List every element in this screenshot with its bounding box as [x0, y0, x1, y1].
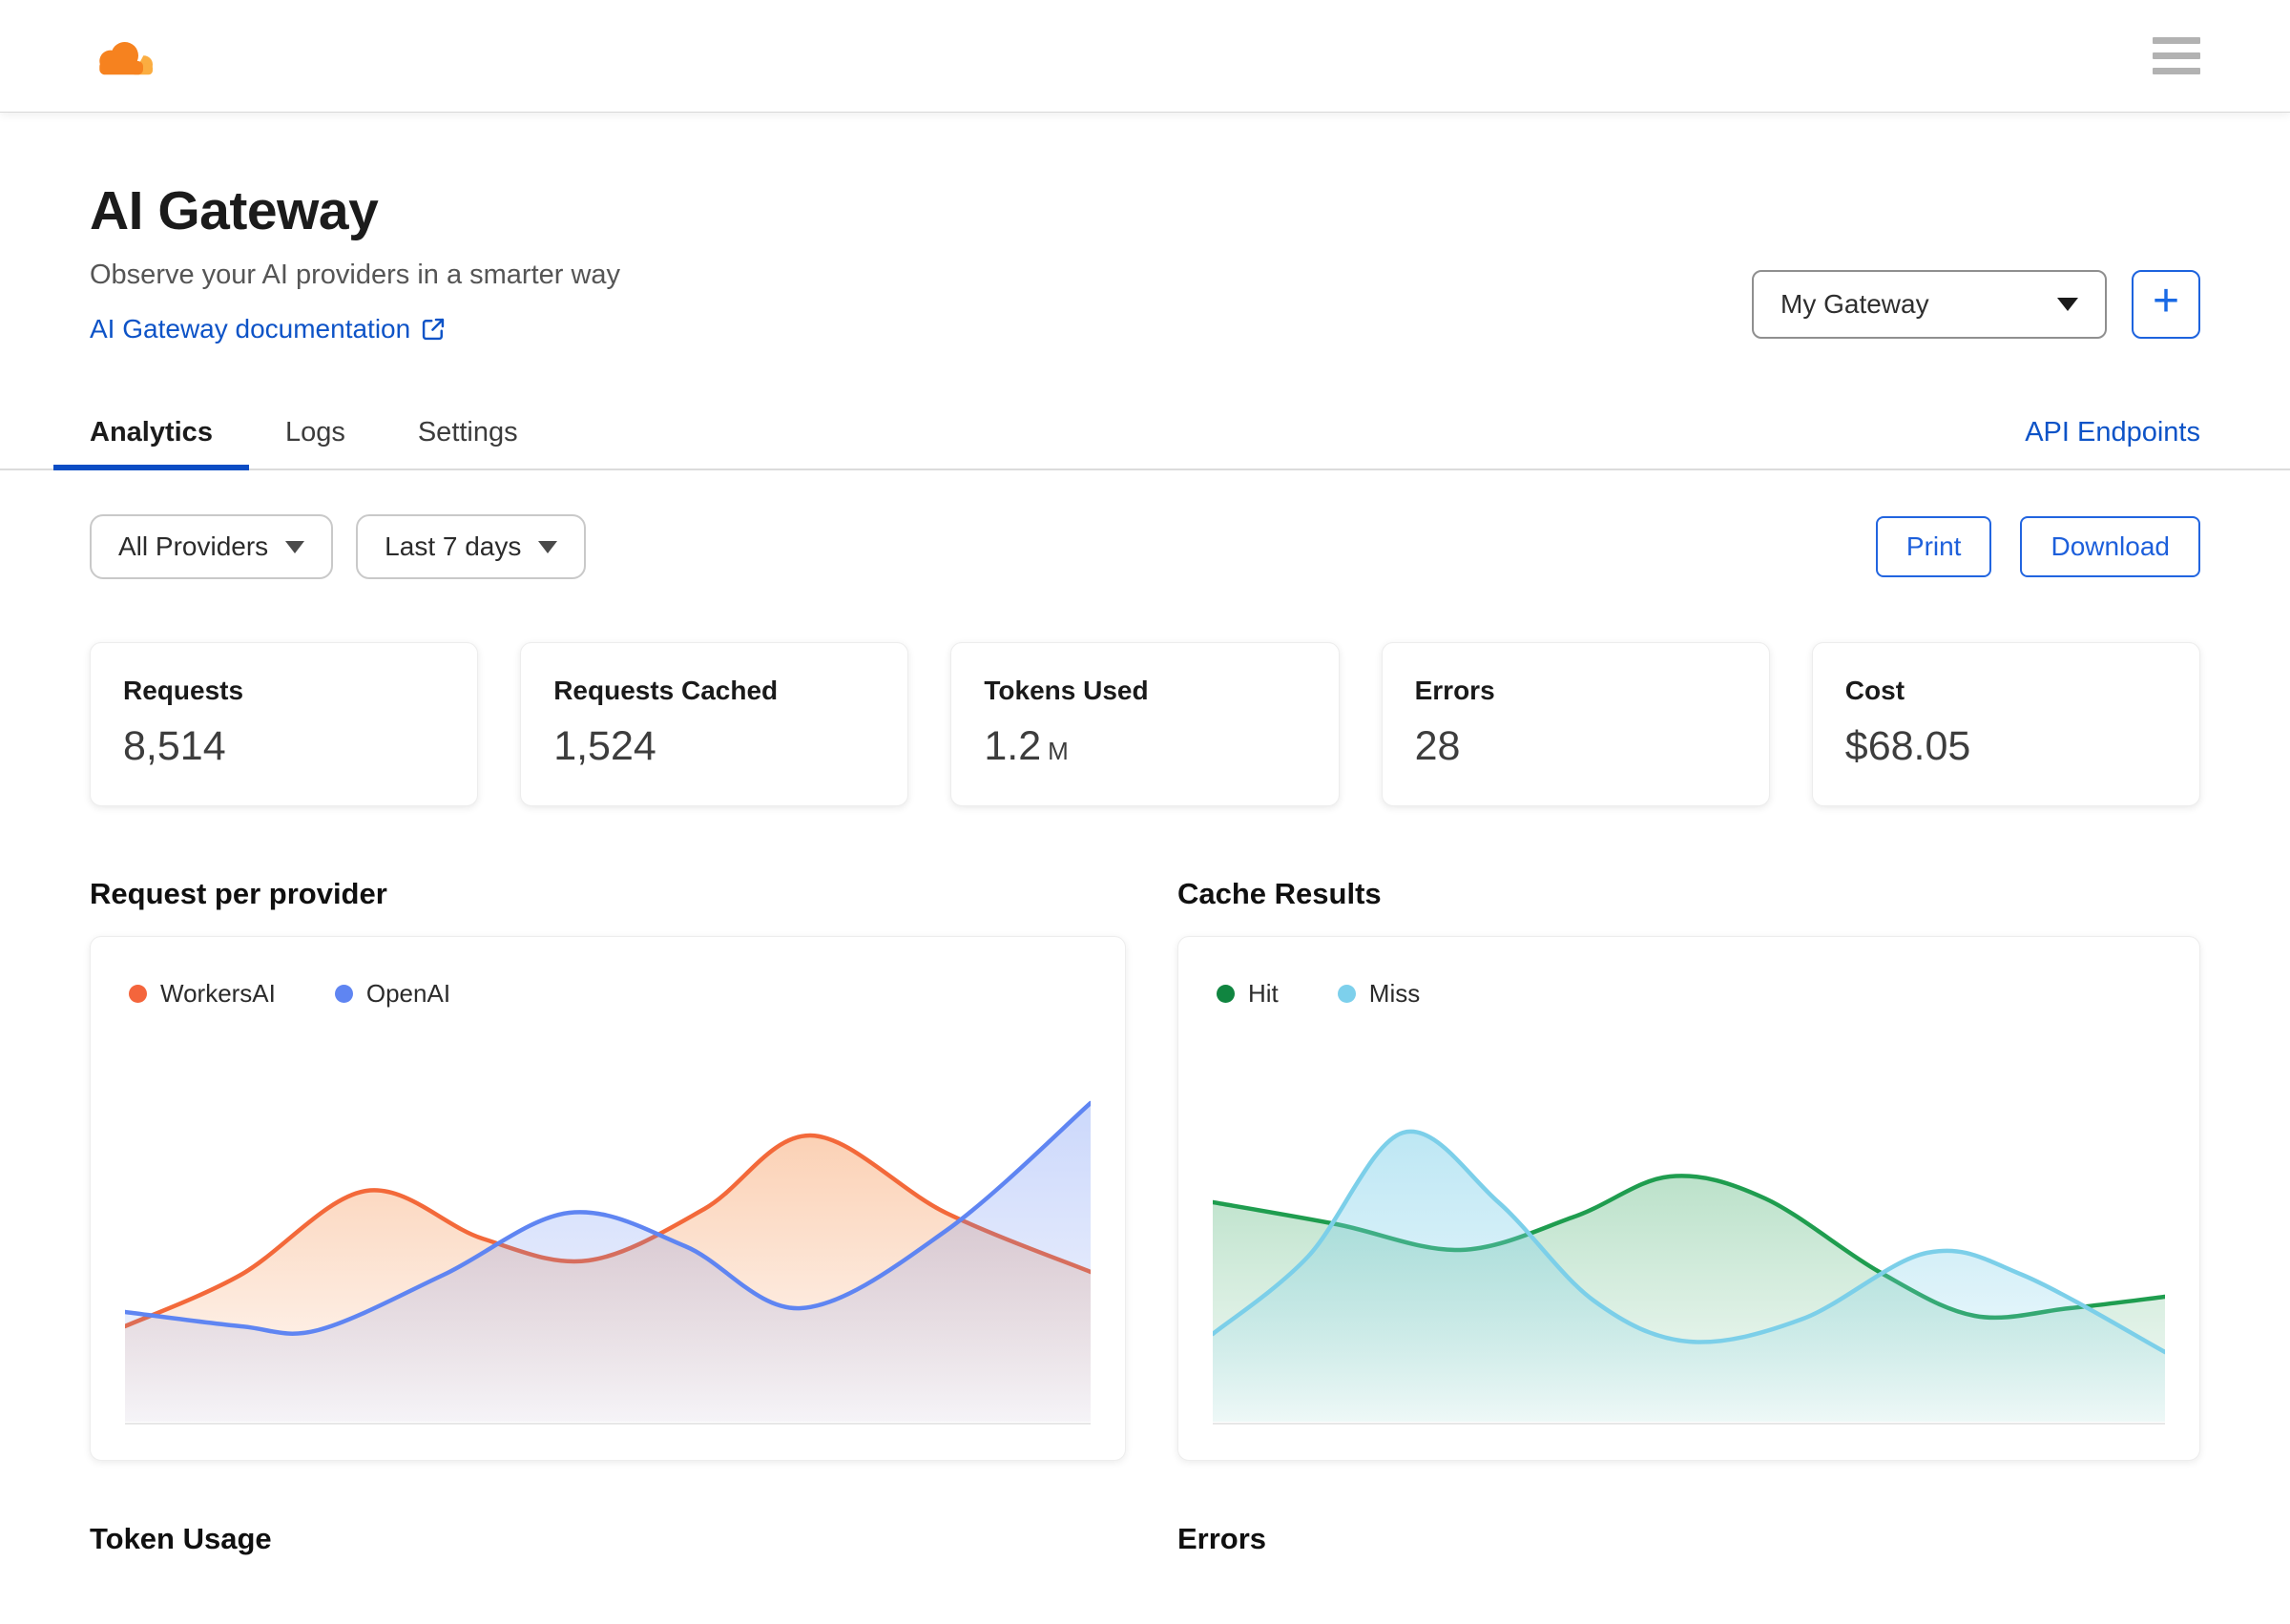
tab-settings-label: Settings	[417, 416, 518, 448]
page-header: AI Gateway Observe your AI providers in …	[90, 179, 2200, 344]
stat-card-errors: Errors 28	[1381, 642, 1770, 806]
provider-filter-value: All Providers	[118, 531, 269, 561]
tab-bar: Analytics Logs Settings API Endpoints	[0, 396, 2290, 470]
stat-label: Tokens Used	[984, 676, 1149, 705]
stat-cards-row: Requests 8,514 Requests Cached 1,524 Tok…	[90, 642, 2200, 806]
stat-value: $68.05	[1844, 723, 1971, 769]
stat-label: Requests	[123, 676, 244, 705]
requests-area-chart-svg	[125, 1044, 1091, 1427]
date-range-filter-value: Last 7 days	[385, 531, 522, 561]
chart-legend: WorkersAI OpenAI	[91, 937, 1125, 1009]
requests-chart-card: WorkersAI OpenAI	[90, 936, 1126, 1461]
legend-label: Miss	[1368, 979, 1421, 1008]
download-button[interactable]: Download	[2020, 516, 2200, 577]
chart-legend: Hit Miss	[1178, 937, 2199, 1009]
cache-area-chart-svg	[1213, 1044, 2165, 1427]
legend-label: WorkersAI	[160, 979, 276, 1008]
tab-analytics[interactable]: Analytics	[53, 396, 249, 470]
add-gateway-button[interactable]: +	[2132, 270, 2200, 339]
stat-card-requests-cached: Requests Cached 1,524	[520, 642, 909, 806]
legend-dot-openai	[334, 985, 353, 1003]
legend-item-hit: Hit	[1217, 979, 1279, 1009]
tabs: Analytics Logs Settings	[53, 396, 554, 470]
legend-label: OpenAI	[365, 979, 451, 1008]
caret-down-icon	[285, 540, 305, 553]
stat-card-cost: Cost $68.05	[1811, 642, 2200, 806]
legend-label: Hit	[1248, 979, 1279, 1008]
area-chart-plot[interactable]	[125, 1044, 1091, 1427]
export-actions: Print Download	[1875, 516, 2200, 577]
gateway-controls: My Gateway +	[1752, 270, 2200, 339]
filters-row: All Providers Last 7 days Print Download	[90, 514, 2200, 579]
stat-label: Errors	[1414, 676, 1495, 705]
cache-chart-card: Hit Miss	[1177, 936, 2200, 1461]
tab-analytics-label: Analytics	[90, 416, 213, 448]
gateway-selector-value: My Gateway	[1780, 289, 1929, 319]
stat-card-requests: Requests 8,514	[90, 642, 479, 806]
chart-title: Cache Results	[1177, 877, 1382, 910]
tab-logs[interactable]: Logs	[249, 396, 382, 468]
tab-logs-label: Logs	[284, 416, 345, 448]
legend-dot-miss	[1337, 985, 1356, 1003]
page-title: AI Gateway	[90, 180, 379, 241]
token-usage-title: Token Usage	[90, 1522, 272, 1555]
api-endpoints-link[interactable]: API Endpoints	[2025, 417, 2200, 448]
stat-value-unit: M	[1048, 737, 1069, 765]
legend-dot-workersai	[129, 985, 147, 1003]
gateway-selector-dropdown[interactable]: My Gateway	[1752, 270, 2107, 339]
caret-down-icon	[538, 540, 558, 553]
chart-title: Request per provider	[90, 877, 387, 910]
tab-settings[interactable]: Settings	[382, 396, 554, 468]
stat-label: Requests Cached	[553, 676, 779, 705]
stat-label: Cost	[1844, 676, 1905, 705]
bottom-section-headings: Token Usage Errors	[90, 1522, 2200, 1556]
date-range-filter-dropdown[interactable]: Last 7 days	[356, 514, 587, 579]
documentation-link[interactable]: AI Gateway documentation	[90, 314, 447, 344]
legend-dot-hit	[1217, 985, 1235, 1003]
provider-filter-dropdown[interactable]: All Providers	[90, 514, 334, 579]
caret-down-icon	[2057, 298, 2078, 311]
plus-icon: +	[2152, 276, 2180, 326]
stat-value: 1,524	[553, 723, 656, 769]
external-link-icon	[423, 318, 445, 341]
cache-results-chart: Cache Results Hit Miss	[1177, 877, 2200, 1461]
page-header-text: AI Gateway Observe your AI providers in …	[90, 179, 620, 344]
hamburger-menu-icon[interactable]	[2153, 37, 2200, 74]
stat-value: 8,514	[123, 723, 226, 769]
stat-value-number: 1.2	[984, 723, 1042, 769]
filter-dropdowns: All Providers Last 7 days	[90, 514, 587, 579]
stat-value: 1.2 M	[984, 723, 1305, 770]
top-navigation-bar	[0, 0, 2290, 113]
stat-value: 28	[1414, 723, 1461, 769]
documentation-link-label: AI Gateway documentation	[90, 314, 411, 344]
charts-section: Request per provider WorkersAI OpenAI Ca…	[90, 877, 2200, 1461]
requests-per-provider-chart: Request per provider WorkersAI OpenAI	[90, 877, 1126, 1461]
area-chart-plot[interactable]	[1213, 1044, 2165, 1427]
page-subtitle: Observe your AI providers in a smarter w…	[90, 260, 621, 290]
stat-card-tokens-used: Tokens Used 1.2 M	[950, 642, 1340, 806]
errors-title: Errors	[1177, 1522, 1267, 1555]
cloudflare-logo-icon[interactable]	[90, 32, 158, 80]
logo-main-cloud	[99, 41, 143, 74]
legend-item-miss: Miss	[1337, 979, 1421, 1009]
print-button[interactable]: Print	[1875, 516, 1992, 577]
legend-item-openai: OpenAI	[334, 979, 451, 1009]
legend-item-workersai: WorkersAI	[129, 979, 276, 1009]
